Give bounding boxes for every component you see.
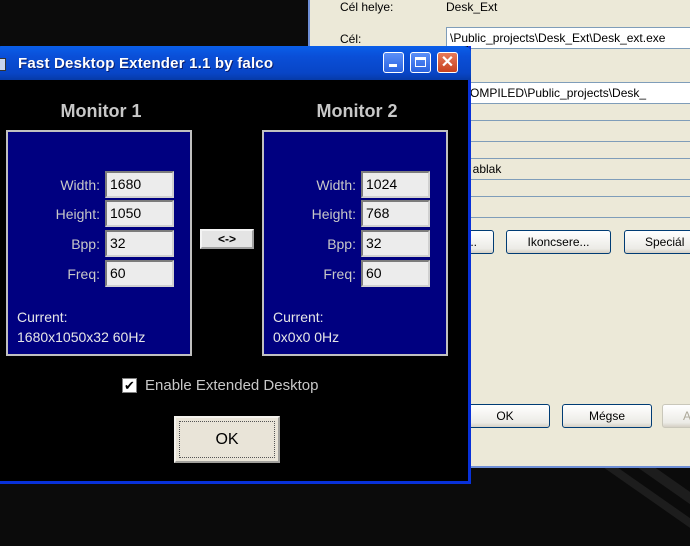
target-location-label: Cél helye:: [340, 0, 394, 14]
monitor1-height-input[interactable]: 1050: [105, 200, 174, 227]
monitor1-width-label: Width:: [60, 177, 100, 193]
app-icon: [0, 58, 6, 71]
close-icon: ✕: [440, 54, 455, 71]
monitor2-height-label: Height:: [311, 206, 356, 222]
monitor2-title: Monitor 2: [316, 101, 398, 121]
run-select[interactable]: mál ablak: [446, 158, 690, 180]
target-location-value: Desk_Ext: [446, 0, 498, 14]
monitor1-title: Monitor 1: [60, 101, 142, 121]
monitor2-current-value: 0x0x0 0Hz: [273, 329, 340, 345]
target-label: Cél:: [340, 32, 362, 46]
target-field[interactable]: \Public_projects\Desk_Ext\Desk_ext.exe: [446, 27, 690, 49]
ok-button[interactable]: OK: [174, 416, 280, 463]
monitor1-panel: Width: 1680 Height: 1050 Bpp: 32 Freq: 6…: [6, 130, 192, 356]
monitor2-freq-input[interactable]: 60: [361, 260, 430, 287]
change-icon-button[interactable]: Ikoncsere...: [506, 230, 611, 254]
monitor1-freq-label: Freq:: [67, 266, 100, 282]
dialog-title: Fast Desktop Extender 1.1 by falco: [18, 55, 274, 72]
properties-ok-button[interactable]: OK: [460, 404, 550, 428]
monitor2-height-input[interactable]: 768: [361, 200, 430, 227]
monitor2-bpp-input[interactable]: 32: [361, 230, 430, 257]
monitor1-freq-input[interactable]: 60: [105, 260, 174, 287]
properties-apply-button[interactable]: Al: [662, 404, 690, 428]
monitor1-bpp-label: Bpp:: [71, 236, 100, 252]
properties-cancel-button[interactable]: Mégse: [562, 404, 652, 428]
advanced-button[interactable]: Speciál: [624, 230, 690, 254]
monitor1-current-value: 1680x1050x32 60Hz: [17, 329, 146, 345]
maximize-button[interactable]: [410, 52, 431, 73]
monitor1-height-label: Height:: [55, 206, 100, 222]
dialog-titlebar[interactable]: Fast Desktop Extender 1.1 by falco ✕: [0, 46, 471, 80]
monitor2-width-label: Width:: [316, 177, 356, 193]
maximize-icon: [415, 57, 426, 67]
comment-field[interactable]: [446, 196, 690, 218]
monitor2-panel: Width: 1024 Height: 768 Bpp: 32 Freq: 60…: [262, 130, 448, 356]
monitor1-width-input[interactable]: 1680: [105, 171, 174, 198]
swap-monitors-button[interactable]: <->: [200, 229, 254, 249]
start-in-field[interactable]: P\COMPILED\Public_projects\Desk_: [446, 82, 690, 104]
monitor2-current-label: Current:: [273, 309, 324, 325]
checkmark-icon: ✔: [124, 378, 135, 393]
monitor2-freq-label: Freq:: [323, 266, 356, 282]
enable-extended-checkbox[interactable]: ✔: [122, 378, 137, 393]
minimize-button[interactable]: [383, 52, 404, 73]
minimize-icon: [389, 64, 397, 67]
shortcut-key-field[interactable]: cs: [446, 120, 690, 142]
monitor1-bpp-input[interactable]: 32: [105, 230, 174, 257]
enable-extended-label[interactable]: Enable Extended Desktop: [145, 377, 318, 394]
close-button[interactable]: ✕: [437, 52, 458, 73]
monitor2-bpp-label: Bpp:: [327, 236, 356, 252]
monitor1-current-label: Current:: [17, 309, 68, 325]
monitor2-width-input[interactable]: 1024: [361, 171, 430, 198]
